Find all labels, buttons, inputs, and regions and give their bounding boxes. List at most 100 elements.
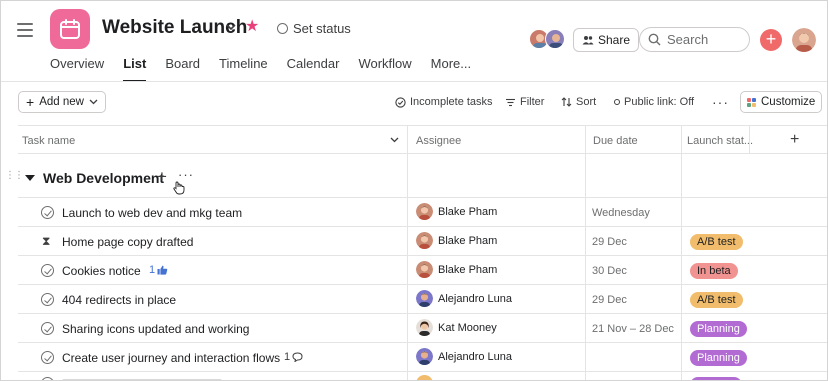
task-name[interactable]: Home page copy drafted (62, 235, 193, 249)
likes-count[interactable]: 1 (149, 264, 168, 276)
assignee-name: Kat Mooney (438, 321, 497, 334)
filter-label: Filter (520, 96, 545, 108)
incomplete-tasks-filter[interactable]: Incomplete tasks (395, 96, 493, 108)
sort-button[interactable]: Sort (561, 96, 596, 108)
sort-icon (561, 97, 572, 107)
column-assignee[interactable]: Assignee (416, 135, 461, 147)
column-launch-status[interactable]: Launch stat... (687, 135, 753, 147)
tab-timeline[interactable]: Timeline (219, 56, 268, 82)
assignee[interactable]: Blake Pham (416, 261, 497, 278)
add-new-button[interactable]: + Add new (18, 91, 106, 113)
task-name[interactable]: Sharing icons updated and working (62, 322, 249, 336)
check-circle-icon[interactable] (41, 206, 54, 219)
task-name[interactable]: Launch to web dev and mkg team (62, 206, 242, 220)
check-circle-icon[interactable] (41, 264, 54, 277)
column-task-name[interactable]: Task name (22, 135, 75, 147)
tab-calendar[interactable]: Calendar (287, 56, 340, 82)
set-status-button[interactable]: Set status (277, 21, 351, 36)
table-row[interactable]: Create user journey and interaction flow… (18, 343, 827, 372)
customize-icon (747, 97, 756, 107)
avatar (545, 29, 565, 49)
public-link-dot-icon (614, 99, 620, 105)
search-input[interactable]: Search (639, 27, 750, 52)
status-circle-icon (277, 23, 288, 34)
star-icon[interactable]: ★ (245, 19, 259, 35)
tab-workflow[interactable]: Workflow (358, 56, 411, 82)
assignee-name: Blake Pham (438, 205, 498, 218)
chevron-down-icon[interactable] (225, 19, 237, 35)
user-avatar[interactable] (792, 28, 816, 52)
due-date[interactable]: 29 Dec (592, 236, 627, 248)
filter-button[interactable]: Filter (505, 96, 544, 108)
task-name[interactable]: Create user journey and interaction flow… (62, 351, 280, 365)
table-row[interactable]: 404 redirects in place Alejandro Luna 29… (18, 285, 827, 314)
add-column-icon[interactable]: + (790, 131, 799, 149)
check-circle-icon[interactable] (41, 293, 54, 306)
hourglass-icon[interactable]: ⧗ (42, 234, 50, 249)
due-date[interactable]: Wednesday (592, 207, 650, 219)
table-row[interactable]: ⧗ Home page copy drafted Blake Pham 29 D… (18, 227, 827, 256)
assignee[interactable]: Blake Pham (416, 203, 497, 220)
column-divider[interactable] (585, 126, 586, 154)
tab-more[interactable]: More... (431, 56, 471, 82)
avatar (416, 375, 433, 380)
status-badge[interactable]: Planning (690, 321, 747, 337)
chevron-down-icon (89, 99, 98, 105)
column-due-date[interactable]: Due date (593, 135, 638, 147)
section-title[interactable]: Web Development (43, 170, 164, 186)
table-row[interactable]: Launch to web dev and mkg team Blake Pha… (18, 198, 827, 227)
assignee-name: Alejandro Luna (438, 292, 513, 305)
task-name[interactable]: Cookies notice (62, 264, 141, 278)
status-badge[interactable]: Planning (690, 350, 747, 366)
menu-icon[interactable] (17, 23, 33, 37)
customize-button[interactable]: Customize (740, 91, 823, 113)
status-badge[interactable]: A/B test (690, 292, 743, 308)
avatar (416, 203, 433, 220)
project-tabs: Overview List Board Timeline Calendar Wo… (50, 56, 490, 82)
table-row[interactable] (18, 372, 827, 380)
avatar (416, 319, 433, 336)
due-date[interactable]: 30 Dec (592, 265, 627, 277)
due-date[interactable]: 21 Nov – 28 Dec (592, 323, 674, 335)
drag-handle-icon[interactable]: ⋮⋮ (5, 171, 24, 181)
check-circle-icon[interactable] (41, 377, 54, 380)
table-row[interactable]: Sharing icons updated and working Kat Mo… (18, 314, 827, 343)
more-options-icon[interactable]: ··· (712, 94, 729, 110)
calendar-icon (50, 9, 90, 49)
comment-icon (292, 352, 303, 362)
tab-overview[interactable]: Overview (50, 56, 104, 82)
status-badge[interactable]: A/B test (690, 234, 743, 250)
status-badge[interactable]: In beta (690, 263, 738, 279)
add-task-icon[interactable]: + (157, 167, 167, 187)
status-badge[interactable] (690, 377, 742, 380)
assignee[interactable]: Kat Mooney (416, 319, 497, 336)
share-button[interactable]: Share (573, 28, 640, 52)
sort-label: Sort (576, 96, 597, 108)
search-placeholder: Search (667, 32, 709, 47)
assignee[interactable]: Alejandro Luna (416, 348, 512, 365)
column-divider[interactable] (407, 126, 408, 154)
incomplete-tasks-label: Incomplete tasks (410, 96, 493, 108)
table-header: Task name Assignee Due date Launch stat.… (18, 125, 827, 154)
people-icon (582, 36, 594, 45)
section-more-icon[interactable]: ··· (178, 167, 194, 182)
table-row[interactable]: Cookies notice 1 Blake Pham 30 Dec In be… (18, 256, 827, 285)
avatar (416, 261, 433, 278)
comments-count-value: 1 (284, 351, 291, 363)
due-date[interactable]: 29 Dec (592, 294, 627, 306)
check-circle-icon[interactable] (41, 322, 54, 335)
public-link-button[interactable]: Public link: Off (614, 96, 694, 108)
tab-board[interactable]: Board (165, 56, 200, 82)
chevron-down-icon[interactable] (390, 137, 399, 143)
create-button[interactable]: + (760, 29, 782, 51)
task-name[interactable]: 404 redirects in place (62, 293, 176, 307)
tab-list[interactable]: List (123, 56, 147, 82)
assignee[interactable]: Blake Pham (416, 232, 497, 249)
add-new-label: Add new (39, 96, 84, 108)
column-divider[interactable] (749, 126, 750, 154)
column-divider[interactable] (681, 126, 682, 154)
collapse-caret-icon[interactable] (25, 175, 35, 181)
check-circle-icon[interactable] (41, 351, 54, 364)
assignee[interactable]: Alejandro Luna (416, 290, 512, 307)
comments-count[interactable]: 1 (284, 351, 303, 363)
